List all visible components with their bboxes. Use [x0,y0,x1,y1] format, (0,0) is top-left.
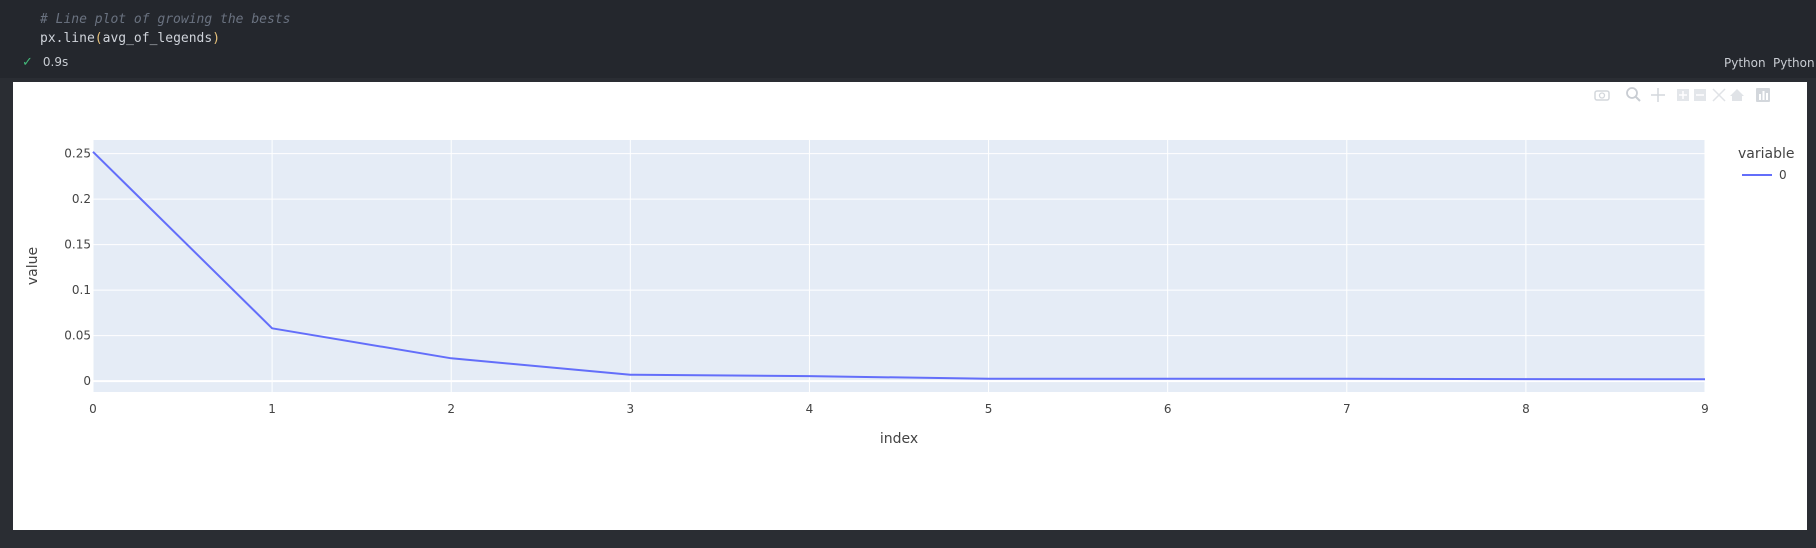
y-tick-label: 0.05 [64,329,91,343]
code-open-paren: ( [94,31,103,46]
x-tick-label: 2 [447,402,455,416]
code-close-paren: ) [212,31,221,46]
zoom-out-icon[interactable] [1694,89,1706,101]
y-tick-label: 0.1 [72,283,91,297]
x-tick-label: 5 [985,402,993,416]
line-chart: 0 1 2 3 4 5 6 7 8 9 0 0.05 0.1 0.15 0.2 0.25 index val… [25,87,1794,447]
code-line: px.line(avg_of_legends) [40,31,220,46]
code-comment: # Line plot of growing the bests [40,12,291,27]
y-tick-label: 0.2 [72,192,91,206]
code-function: px.line [40,31,95,46]
legend-title: variable [1738,146,1794,162]
execution-status: ✓ 0.9s [22,55,68,70]
home-icon[interactable] [1730,89,1744,101]
camera-icon[interactable] [1594,90,1610,101]
y-axis-title: value [25,247,41,285]
legend[interactable]: variable 0 [1738,146,1794,182]
plot-area [93,140,1705,392]
y-tick-label: 0 [83,374,91,388]
pan-icon[interactable] [1651,88,1665,102]
kernel-label[interactable]: Python [1724,56,1766,70]
x-tick-label: 7 [1343,402,1351,416]
x-tick-label: 1 [268,402,276,416]
output-area: 0 1 2 3 4 5 6 7 8 9 0 0.05 0.1 0.15 0.2 0.25 index val… [13,82,1807,530]
kernel-label-2[interactable]: Python [1773,56,1815,70]
plotly-logo-icon[interactable] [1756,88,1770,102]
x-tick-label: 4 [806,402,814,416]
check-icon: ✓ [22,55,33,70]
x-tick-label: 9 [1701,402,1709,416]
x-tick-label: 0 [89,402,97,416]
legend-item-label-0: 0 [1779,168,1787,182]
code-argument: avg_of_legends [102,31,213,46]
x-tick-label: 6 [1164,402,1172,416]
x-tick-label: 3 [627,402,635,416]
y-tick-label: 0.25 [64,147,91,161]
execution-duration: 0.9s [42,55,69,69]
zoom-in-icon[interactable] [1677,89,1689,101]
y-tick-label: 0.15 [64,238,91,252]
zoom-icon[interactable] [1626,87,1641,102]
x-axis-title: index [880,431,918,447]
x-tick-label: 8 [1522,402,1530,416]
code-cell[interactable]: # Line plot of growing the bests px.line… [0,0,1816,78]
modebar [1594,87,1770,102]
autoscale-icon[interactable] [1712,88,1726,102]
